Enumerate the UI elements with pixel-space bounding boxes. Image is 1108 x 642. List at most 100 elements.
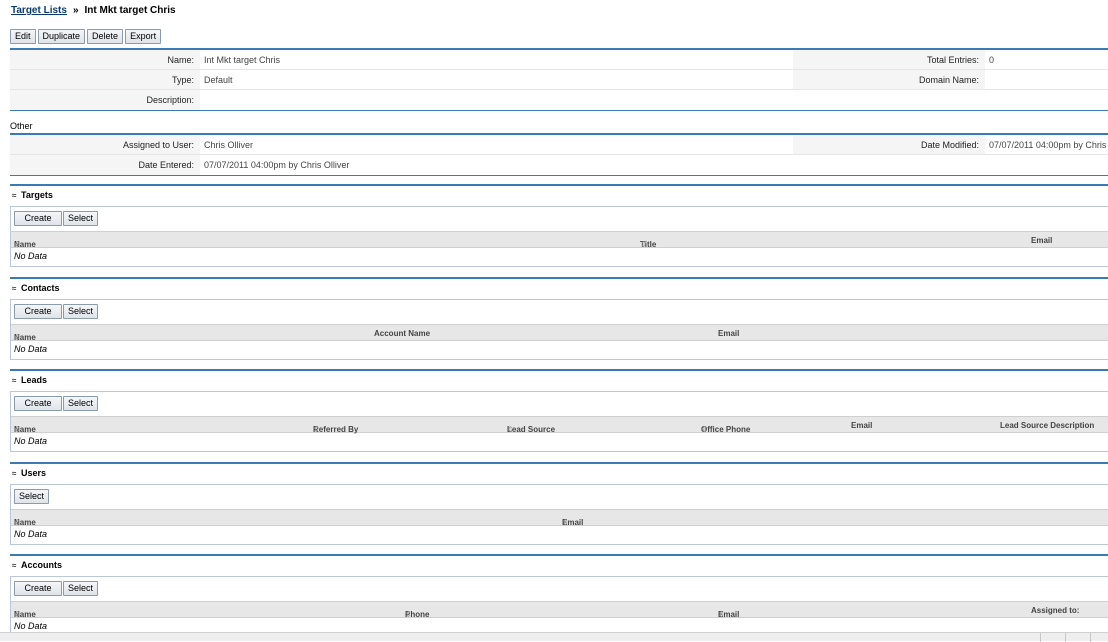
column-header-assigned-to: Assigned to: (1031, 606, 1080, 615)
accounts-subpanel-body: Create Select Name ⇕ Phone ⇕ Email ⇕ Ass… (10, 576, 1108, 637)
leads-table-header: Name ⇕ Referred By ⇕ Lead Source ⇕ Offic… (11, 416, 1108, 434)
other-section-title: Other (10, 121, 33, 131)
accounts-subpanel-header[interactable]: ≈ Accounts (10, 554, 1108, 576)
overview-detail-panel: Name: Int Mkt target Chris Total Entries… (10, 48, 1108, 111)
targets-select-button[interactable]: Select (63, 211, 99, 226)
contacts-subpanel-body: Create Select Name ⇕ Account Name Email … (10, 299, 1108, 360)
date-modified-value: 07/07/2011 04:00pm by Chris Olliver (989, 140, 1108, 150)
collapse-icon[interactable]: ≈ (12, 280, 21, 298)
contacts-select-button[interactable]: Select (63, 304, 99, 319)
breadcrumb-target-lists-link[interactable]: Target Lists (11, 5, 67, 16)
total-entries-label: Total Entries: (793, 50, 985, 69)
description-label: Description: (10, 90, 200, 110)
contacts-table-header: Name ⇕ Account Name Email (11, 324, 1108, 342)
sort-icon[interactable]: ⇕ (14, 518, 21, 527)
column-header-email: Email (1031, 236, 1053, 245)
leads-select-button[interactable]: Select (63, 396, 99, 411)
leads-create-button[interactable]: Create (14, 396, 62, 411)
targets-subpanel: ≈ Targets Create Select Name ⇕ Title ⇕ Em… (10, 184, 1108, 267)
accounts-buttons: Create Select (11, 577, 1108, 601)
status-bar (0, 632, 1108, 642)
breadcrumb-separator: » (72, 5, 79, 16)
date-entered-value: 07/07/2011 04:00pm by Chris Olliver (204, 160, 350, 170)
page-title: Int Mkt target Chris (84, 5, 176, 16)
contacts-create-button[interactable]: Create (14, 304, 62, 319)
domain-name-value (985, 70, 1108, 89)
edit-button[interactable]: Edit (10, 29, 36, 44)
sort-icon[interactable]: ⇕ (507, 425, 514, 434)
leads-subpanel-body: Create Select Name ⇕ Referred By ⇕ Lead … (10, 391, 1108, 452)
targets-subpanel-header[interactable]: ≈ Targets (10, 184, 1108, 206)
detail-row-name: Name: Int Mkt target Chris Total Entries… (10, 50, 1108, 70)
accounts-title: Accounts (21, 560, 63, 570)
contacts-buttons: Create Select (11, 300, 1108, 324)
sort-icon[interactable]: ⇕ (14, 610, 21, 619)
targets-subpanel-body: Create Select Name ⇕ Title ⇕ Email No Da… (10, 206, 1108, 267)
breadcrumb: Target Lists » Int Mkt target Chris (11, 5, 176, 16)
column-header-account-name: Account Name (374, 329, 431, 338)
users-subpanel-body: Select Name ⇕ Email ⇕ No Data (10, 484, 1108, 545)
targets-no-data: No Data (14, 251, 48, 261)
users-select-button[interactable]: Select (14, 489, 50, 504)
action-toolbar: Edit Duplicate Delete Export (10, 29, 162, 44)
sort-icon[interactable]: ⇕ (701, 425, 708, 434)
detail-row-type: Type: Default Domain Name: (10, 70, 1108, 90)
targets-title: Targets (21, 190, 53, 200)
sort-icon[interactable]: ⇕ (718, 610, 725, 619)
contacts-title: Contacts (21, 283, 60, 293)
total-entries-value: 0 (989, 55, 995, 65)
export-button[interactable]: Export (125, 29, 162, 44)
accounts-select-button[interactable]: Select (63, 581, 99, 596)
date-modified-label: Date Modified: (793, 135, 985, 154)
column-header-email: Email (851, 421, 873, 430)
contacts-subpanel: ≈ Contacts Create Select Name ⇕ Account N… (10, 277, 1108, 360)
assigned-user-value: Chris Olliver (204, 140, 254, 150)
delete-button[interactable]: Delete (87, 29, 124, 44)
type-label: Type: (10, 70, 200, 89)
other-detail-panel: Assigned to User: Chris Olliver Date Mod… (10, 133, 1108, 176)
leads-subpanel: ≈ Leads Create Select Name ⇕ Referred By … (10, 369, 1108, 452)
users-buttons: Select (11, 485, 1108, 509)
sort-icon[interactable]: ⇕ (14, 240, 21, 249)
collapse-icon[interactable]: ≈ (12, 557, 21, 575)
date-entered-label: Date Entered: (10, 155, 200, 175)
name-label: Name: (10, 50, 200, 69)
sort-icon[interactable]: ⇕ (313, 425, 320, 434)
detail-row-assigned: Assigned to User: Chris Olliver Date Mod… (10, 135, 1108, 155)
users-subpanel: ≈ Users Select Name ⇕ Email ⇕ No Data (10, 462, 1108, 545)
collapse-icon[interactable]: ≈ (12, 187, 21, 205)
users-table-header: Name ⇕ Email ⇕ (11, 509, 1108, 527)
leads-title: Leads (21, 375, 48, 385)
users-title: Users (21, 468, 47, 478)
targets-table-header: Name ⇕ Title ⇕ Email (11, 231, 1108, 249)
column-header-email: Email (718, 329, 740, 338)
sort-icon[interactable]: ⇕ (640, 240, 647, 249)
detail-row-description: Description: (10, 90, 1108, 110)
assigned-user-label: Assigned to User: (10, 135, 200, 154)
accounts-table-header: Name ⇕ Phone ⇕ Email ⇕ Assigned to: (11, 601, 1108, 619)
description-value (200, 90, 1108, 110)
sort-icon[interactable]: ⇕ (14, 425, 21, 434)
leads-buttons: Create Select (11, 392, 1108, 416)
column-header-lead-source-description: Lead Source Description (1000, 421, 1095, 430)
sort-icon[interactable]: ⇕ (14, 333, 21, 342)
accounts-subpanel: ≈ Accounts Create Select Name ⇕ Phone ⇕ E… (10, 554, 1108, 637)
targets-buttons: Create Select (11, 207, 1108, 231)
sort-icon[interactable]: ⇕ (562, 518, 569, 527)
accounts-create-button[interactable]: Create (14, 581, 62, 596)
duplicate-button[interactable]: Duplicate (37, 29, 86, 44)
users-subpanel-header[interactable]: ≈ Users (10, 462, 1108, 484)
collapse-icon[interactable]: ≈ (12, 372, 21, 390)
leads-no-data: No Data (14, 436, 48, 446)
type-value: Default (204, 75, 233, 85)
contacts-no-data: No Data (14, 344, 48, 354)
contacts-subpanel-header[interactable]: ≈ Contacts (10, 277, 1108, 299)
name-value: Int Mkt target Chris (204, 55, 281, 65)
users-no-data: No Data (14, 529, 48, 539)
detail-row-entered: Date Entered: 07/07/2011 04:00pm by Chri… (10, 155, 1108, 175)
collapse-icon[interactable]: ≈ (12, 465, 21, 483)
domain-name-label: Domain Name: (793, 70, 985, 89)
targets-create-button[interactable]: Create (14, 211, 62, 226)
leads-subpanel-header[interactable]: ≈ Leads (10, 369, 1108, 391)
sort-icon[interactable]: ⇕ (405, 610, 412, 619)
